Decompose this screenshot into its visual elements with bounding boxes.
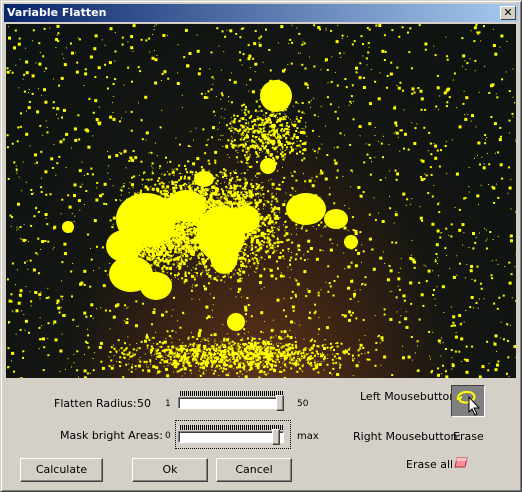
mask-bright-max: max (297, 431, 319, 442)
flatten-radius-label: Flatten Radius: (54, 397, 137, 410)
flatten-radius-slider[interactable] (176, 389, 288, 413)
close-icon: ✕ (503, 6, 513, 19)
eraser-icon (454, 457, 468, 468)
calculate-button[interactable]: Calculate (20, 458, 103, 482)
mask-overlay (6, 24, 516, 378)
slider-track (178, 397, 284, 409)
cancel-button-label: Cancel (235, 463, 273, 476)
slider-ticks (180, 391, 284, 396)
window-title: Variable Flatten (7, 6, 107, 19)
image-preview[interactable] (6, 24, 516, 378)
slider-thumb[interactable] (276, 395, 284, 411)
left-mousebutton-tool[interactable] (451, 385, 485, 417)
slider-thumb[interactable] (272, 429, 280, 445)
erase-all-button[interactable] (453, 456, 469, 469)
slider-track (178, 431, 284, 443)
flatten-radius-value: 50 (137, 397, 151, 410)
erase-all-label: Erase all (406, 458, 454, 471)
right-mousebutton-label: Right Mousebutton: (353, 430, 462, 443)
ok-button-label: Ok (162, 463, 178, 476)
flatten-radius-max: 50 (297, 399, 309, 409)
mask-bright-label: Mask bright Areas: (60, 429, 163, 442)
mask-bright-min: 0 (165, 431, 171, 441)
left-mousebutton-label: Left Mousebutton: (360, 390, 460, 403)
slider-ticks (180, 425, 284, 430)
flatten-radius-min: 1 (165, 399, 171, 409)
mask-bright-slider[interactable] (175, 420, 291, 449)
right-mousebutton-value: Erase (453, 430, 484, 443)
title-bar: Variable Flatten ✕ (4, 4, 518, 22)
cancel-button[interactable]: Cancel (216, 458, 292, 482)
close-button[interactable]: ✕ (500, 6, 516, 20)
ok-button[interactable]: Ok (132, 458, 208, 482)
lasso-cursor-icon (456, 390, 481, 416)
variable-flatten-dialog: Variable Flatten ✕ Flatten Radius: 50 1 … (0, 0, 522, 492)
calculate-button-label: Calculate (35, 463, 88, 476)
